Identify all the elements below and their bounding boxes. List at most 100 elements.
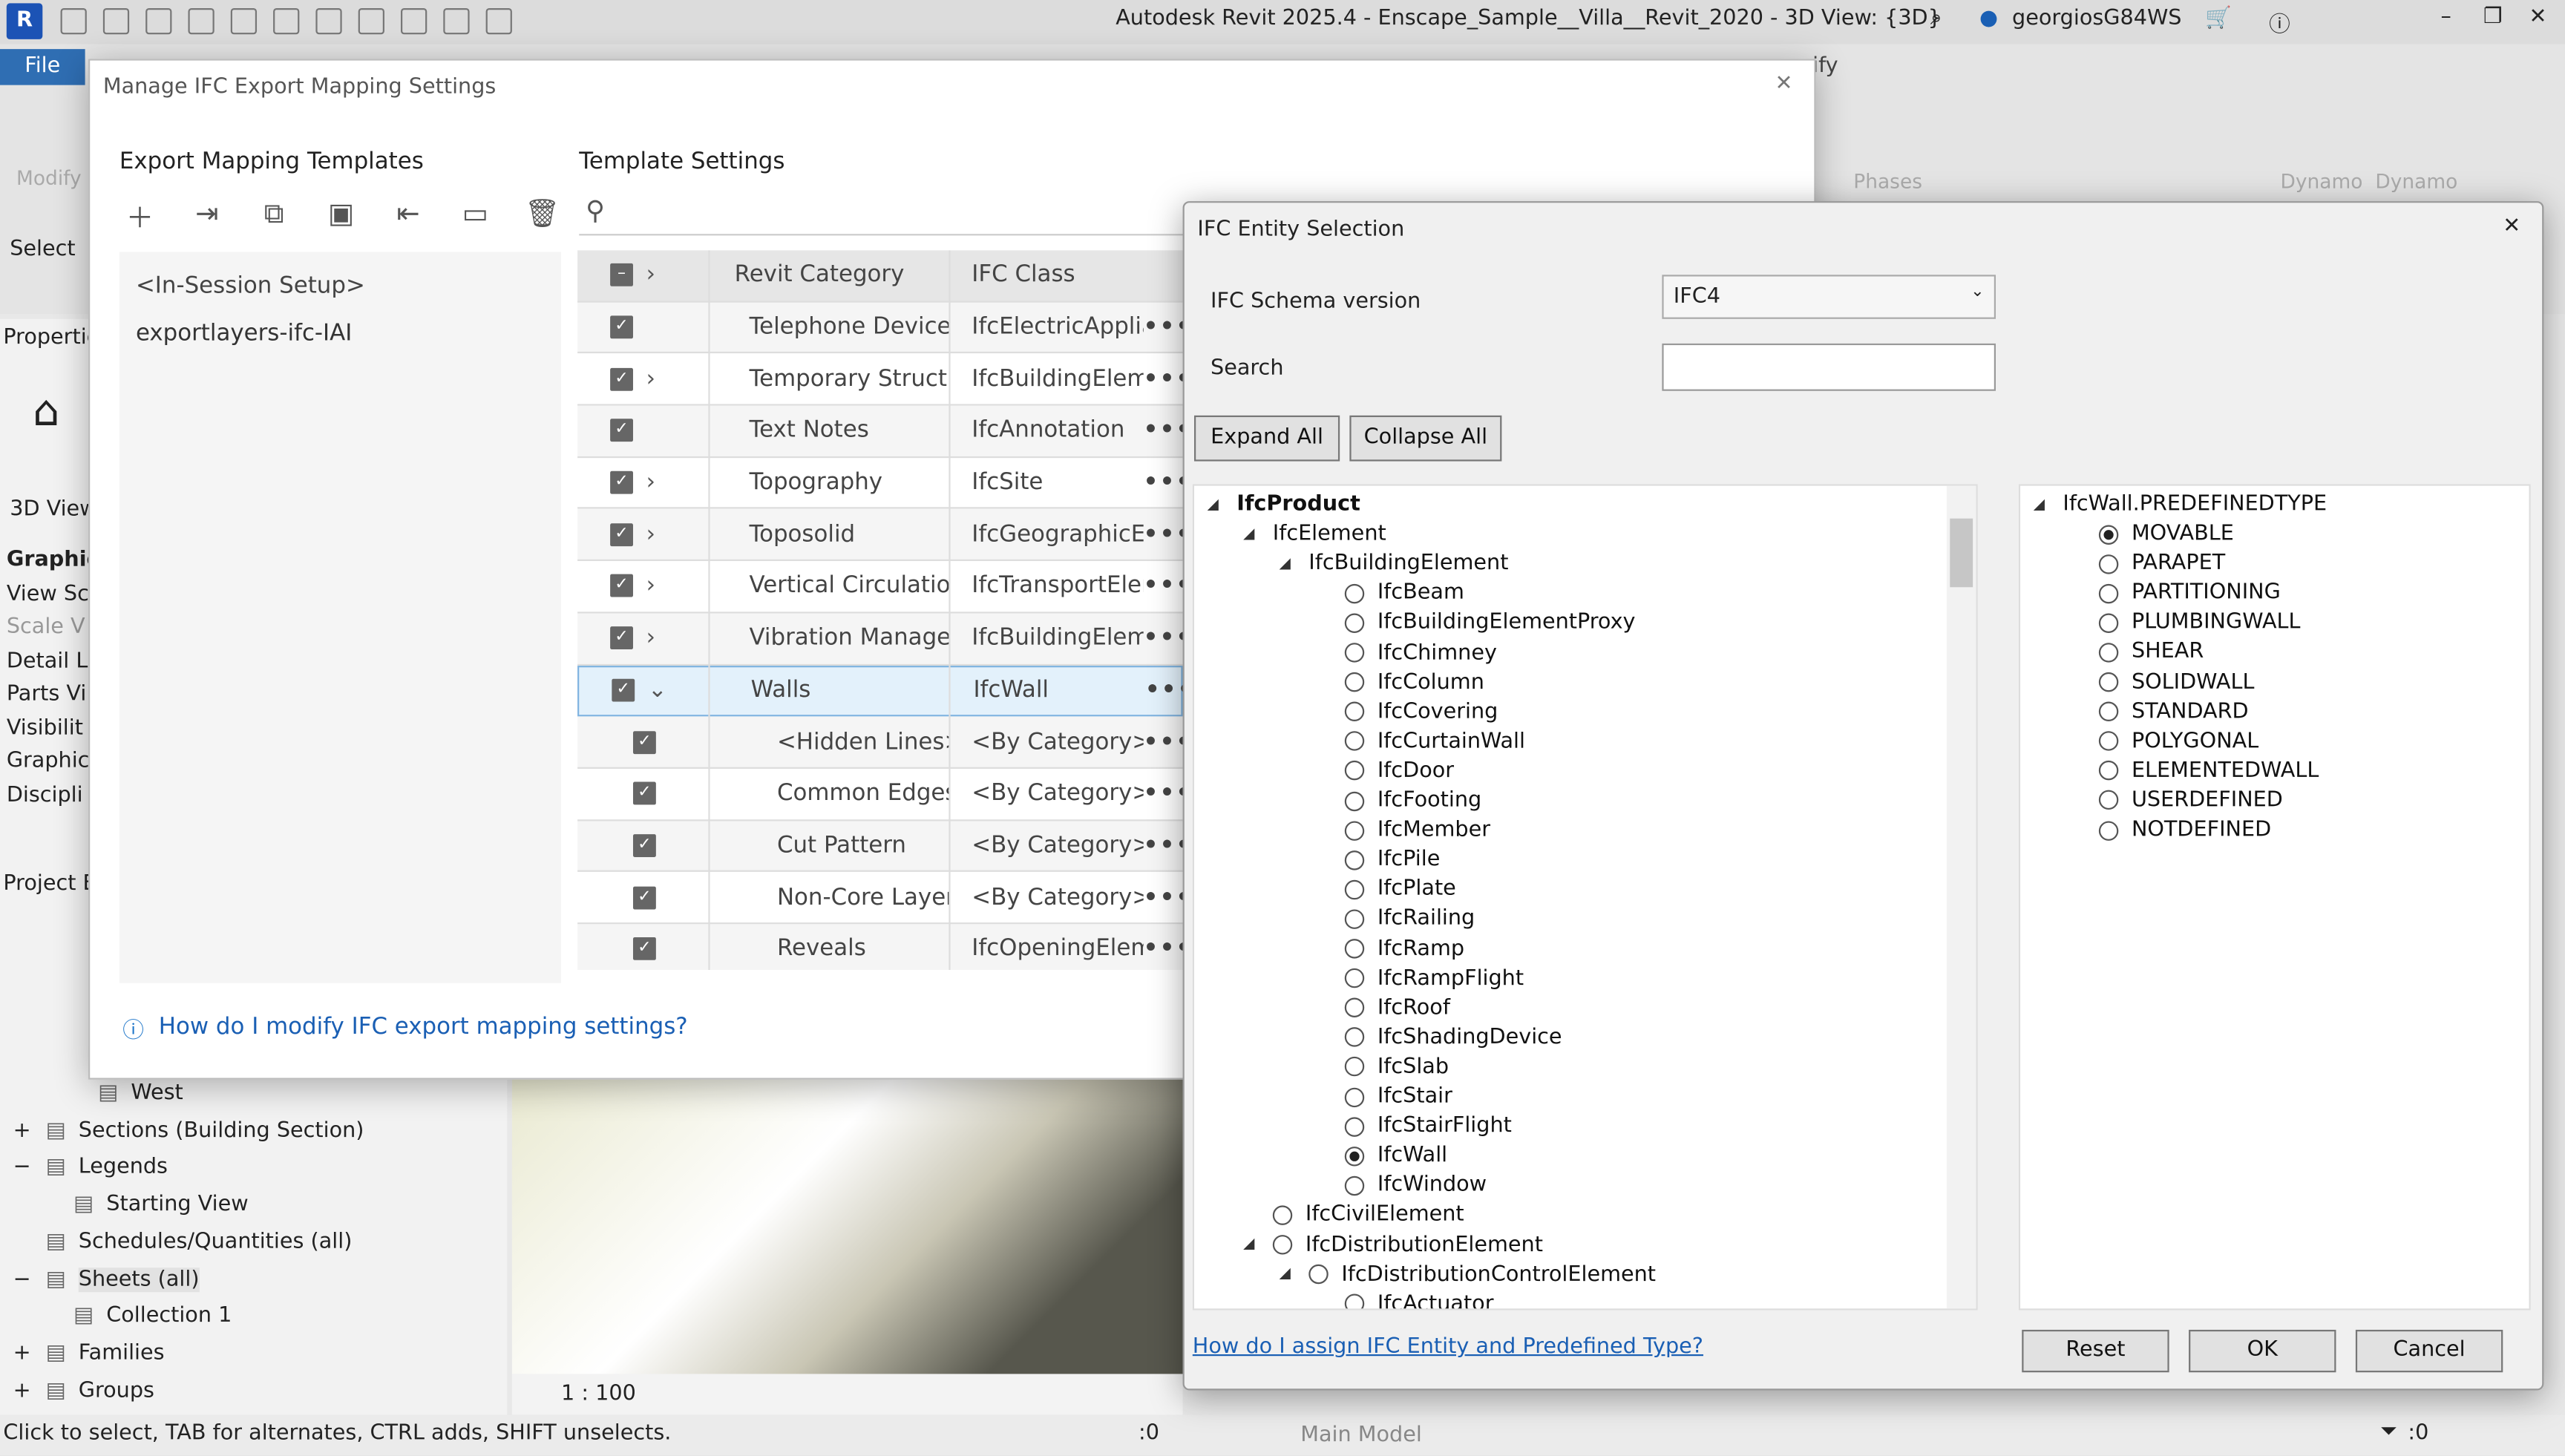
schema-select[interactable]: IFC4 ⌄ <box>1662 275 1996 319</box>
predefined-type-heading[interactable]: ◢ IfcWall.PREDEFINEDTYPE <box>2034 492 2327 517</box>
predefined-type-option[interactable]: PARTITIONING <box>2098 581 2281 606</box>
row-checkbox[interactable]: ✓ <box>610 522 633 546</box>
more-options-button[interactable]: ••• <box>1144 781 1183 807</box>
section-icon[interactable] <box>443 8 470 35</box>
export-icon[interactable]: ⇤ <box>375 194 442 234</box>
more-options-button[interactable]: ••• <box>1144 470 1183 496</box>
tree-node[interactable]: IfcStairFlight <box>1315 1114 1512 1138</box>
grid-row[interactable]: ✓ Text Notes IfcAnnotation ••• <box>577 405 1183 458</box>
type-radio[interactable] <box>2098 642 2119 663</box>
grid-row[interactable]: ✓ Telephone Devices IfcElectricAppliance••… <box>577 302 1183 354</box>
template-item[interactable]: <In-Session Setup> <box>119 252 561 299</box>
entity-radio[interactable] <box>1344 909 1365 929</box>
select-all-checkbox[interactable]: – <box>610 263 633 287</box>
entity-radio[interactable] <box>1344 731 1365 752</box>
entity-radio[interactable] <box>1344 1146 1365 1166</box>
expand-triangle-icon[interactable]: ◢ <box>2034 496 2050 513</box>
column-header-ifc-class[interactable]: IFC Class <box>972 262 1143 288</box>
entity-radio[interactable] <box>1344 613 1365 633</box>
tree-scrollbar[interactable] <box>1946 485 1976 1309</box>
tree-node[interactable]: IfcBeam <box>1315 581 1464 606</box>
entity-radio[interactable] <box>1308 1264 1329 1285</box>
more-options-button[interactable]: ••• <box>1144 833 1183 859</box>
row-checkbox[interactable]: ✓ <box>610 626 633 650</box>
property-row[interactable]: Discipli <box>7 783 83 807</box>
template-item[interactable]: exportlayers-ifc-IAI <box>119 299 561 347</box>
entity-radio[interactable] <box>1344 701 1365 722</box>
tree-node[interactable]: IfcCivilElement <box>1243 1203 1464 1227</box>
row-checkbox[interactable]: ✓ <box>610 315 633 339</box>
expand-all-chevron[interactable]: › <box>646 262 655 288</box>
entity-radio[interactable] <box>1344 850 1365 870</box>
predefined-type-option[interactable]: USERDEFINED <box>2098 788 2283 813</box>
grid-row[interactable]: ✓ Cut Pattern <By Category>••• <box>577 820 1183 873</box>
type-radio[interactable] <box>2098 613 2119 633</box>
expand-triangle-icon[interactable]: ◢ <box>1280 1266 1296 1282</box>
expand-triangle-icon[interactable]: ◢ <box>1243 1236 1259 1253</box>
entity-radio[interactable] <box>1344 1086 1365 1107</box>
grid-row[interactable]: ✓ <Hidden Lines> <By Category>••• <box>577 716 1183 769</box>
column-header-category[interactable]: Revit Category <box>735 262 934 288</box>
tree-node[interactable]: IfcCovering <box>1315 700 1498 724</box>
grid-row[interactable]: ✓ › Vertical Circulation IfcTransportElemen… <box>577 561 1183 614</box>
phases-button[interactable]: Phases <box>1853 170 1922 193</box>
tree-node[interactable]: IfcBuildingElementProxy <box>1315 611 1636 635</box>
cart-icon[interactable]: 🛒 <box>2205 7 2232 31</box>
tree-expander[interactable]: + <box>13 1378 31 1403</box>
tree-expander[interactable]: − <box>13 1267 31 1291</box>
copy-icon[interactable]: ⧉ <box>240 194 307 234</box>
row-checkbox[interactable]: ✓ <box>632 730 656 754</box>
row-checkbox[interactable]: ✓ <box>632 833 656 857</box>
tree-node[interactable]: ◢ IfcDistributionElement <box>1243 1233 1543 1257</box>
rename-icon[interactable]: ▭ <box>442 194 508 234</box>
type-radio[interactable] <box>2098 761 2119 781</box>
binoculars-icon[interactable]: ⌕ <box>1930 7 1942 31</box>
tree-node[interactable]: IfcWindow <box>1315 1173 1487 1198</box>
entity-radio[interactable] <box>1272 1205 1293 1225</box>
property-row[interactable]: Detail L <box>7 649 88 673</box>
entity-radio[interactable] <box>1344 1175 1365 1196</box>
predefined-type-option[interactable]: POLYGONAL <box>2098 729 2258 753</box>
entity-radio[interactable] <box>1344 820 1365 841</box>
view-type[interactable]: 3D View <box>10 497 96 522</box>
expand-triangle-icon[interactable]: ◢ <box>1280 556 1296 572</box>
tree-node[interactable]: IfcPile <box>1315 847 1440 872</box>
property-row[interactable]: Visibilit <box>7 715 83 740</box>
cancel-button[interactable]: Cancel <box>2355 1329 2503 1373</box>
entity-radio[interactable] <box>1344 761 1365 781</box>
undo-icon[interactable] <box>188 8 214 35</box>
minimize-icon[interactable]: – <box>2441 5 2451 30</box>
grid-row[interactable]: ✓ › Vibration Management IfcBuildingElement… <box>577 613 1183 665</box>
predefined-type-option[interactable]: SOLIDWALL <box>2098 670 2254 695</box>
modify-button[interactable]: Modify <box>16 167 82 190</box>
browser-tree-item[interactable]: Schedules/Quantities (all) <box>79 1230 353 1254</box>
revit-logo[interactable]: R <box>6 3 43 39</box>
grid-row[interactable]: ✓ Common Edges <By Category>••• <box>577 769 1183 821</box>
more-options-button[interactable]: ••• <box>1144 418 1183 444</box>
predefined-type-option[interactable]: ELEMENTEDWALL <box>2098 758 2319 783</box>
expand-all-button[interactable]: Expand All <box>1193 415 1340 462</box>
entity-radio[interactable] <box>1344 939 1365 959</box>
predefined-type-option[interactable]: PARAPET <box>2098 551 2225 576</box>
entity-radio[interactable] <box>1344 1116 1365 1136</box>
grid-row[interactable]: ✓ › Temporary Structure IfcBuildingElement•… <box>577 354 1183 406</box>
property-row[interactable]: Graphic <box>7 749 90 773</box>
more-options-button[interactable]: ••• <box>1144 625 1183 651</box>
entity-radio[interactable] <box>1344 672 1365 692</box>
redo-icon[interactable] <box>230 8 258 35</box>
help-link[interactable]: How do I modify IFC export mapping setti… <box>159 1014 688 1040</box>
home-icon[interactable] <box>401 8 428 35</box>
tree-node[interactable]: IfcWall <box>1315 1144 1447 1168</box>
row-checkbox[interactable]: ✓ <box>610 419 633 443</box>
type-radio[interactable] <box>2098 731 2119 752</box>
grid-row[interactable]: ✓ ⌄ Walls IfcWall ••• <box>577 664 1183 717</box>
row-checkbox[interactable]: ✓ <box>612 679 635 703</box>
tree-node[interactable]: ◢ IfcProduct <box>1208 492 1360 517</box>
delete-icon[interactable]: 🗑 <box>508 194 575 234</box>
browser-tree-item[interactable]: Families <box>79 1341 165 1365</box>
tree-node[interactable]: IfcMember <box>1315 818 1490 842</box>
predefined-type-option[interactable]: SHEAR <box>2098 640 2204 665</box>
tree-node[interactable]: IfcShadingDevice <box>1315 1026 1562 1050</box>
browser-tree-item[interactable]: Legends <box>79 1155 168 1180</box>
more-options-button[interactable]: ••• <box>1144 885 1183 911</box>
